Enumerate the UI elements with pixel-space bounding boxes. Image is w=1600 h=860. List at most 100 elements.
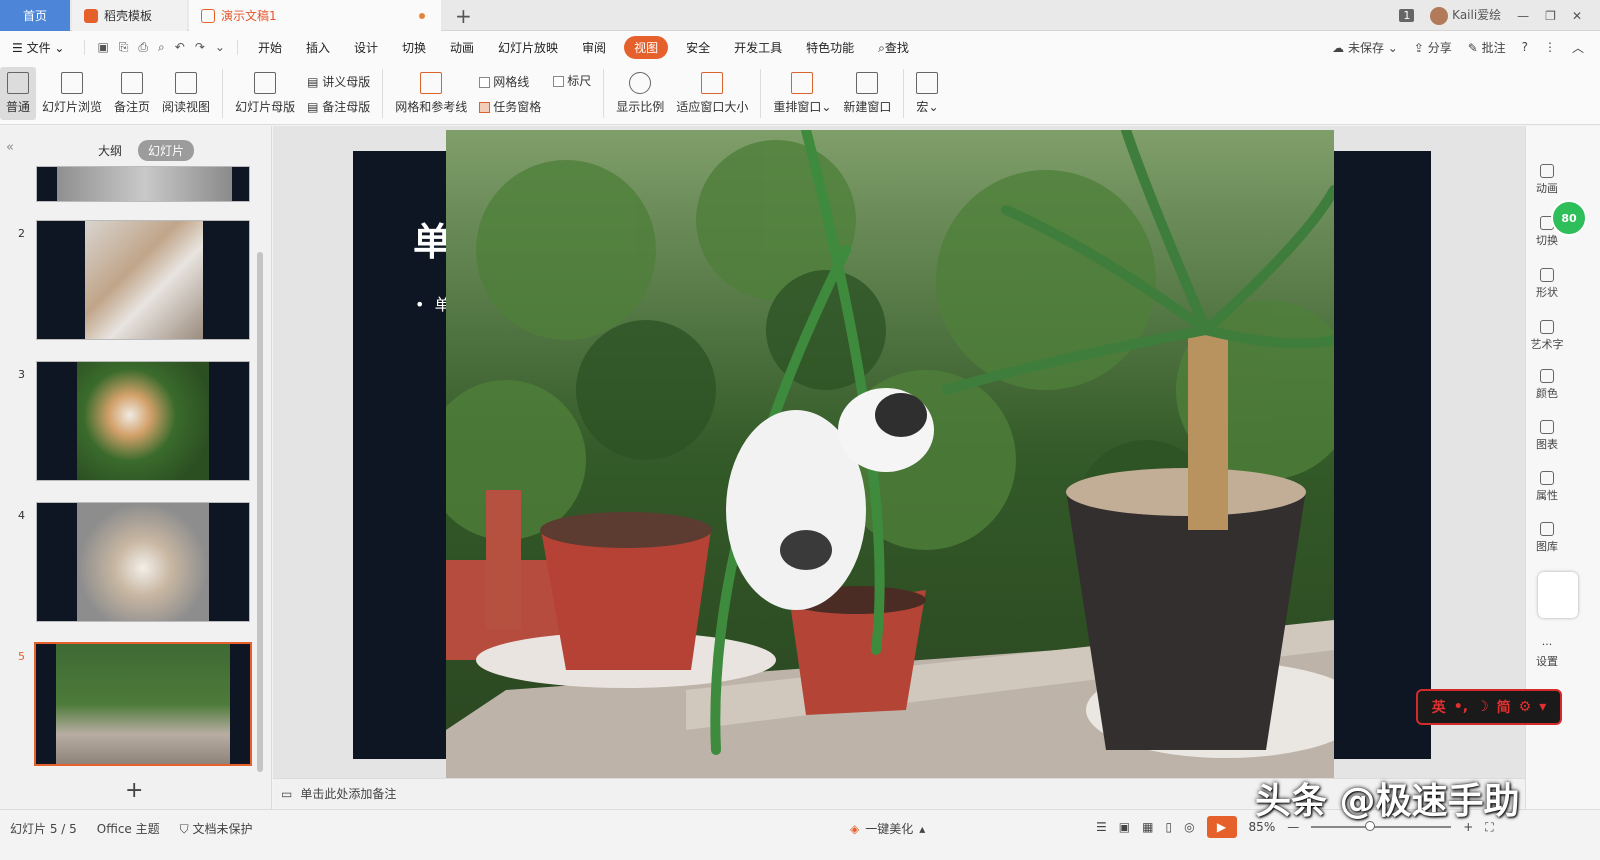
tab-home[interactable]: 首页	[0, 0, 70, 31]
tab-document[interactable]: 演示文稿1	[189, 0, 441, 31]
print-icon[interactable]: ⎙	[138, 40, 148, 55]
zoom-icon	[629, 72, 652, 94]
preview-icon[interactable]: ⌕	[158, 40, 165, 55]
normal-view-button[interactable]: 普通	[0, 67, 37, 120]
arrange-label: 重排窗口⌄	[773, 100, 832, 114]
sorter-view-status-icon[interactable]: ▦	[1142, 820, 1153, 834]
menu-features[interactable]: 特色功能	[794, 39, 866, 56]
collapse-ribbon-icon[interactable]: ︿	[1572, 39, 1584, 56]
wordart-pane-button[interactable]: 艺术字	[1526, 320, 1568, 352]
beautify-button[interactable]: ◈ 一键美化 ▴	[850, 820, 925, 837]
fit-window-button[interactable]: 适应窗口大小	[670, 63, 754, 124]
moon-icon[interactable]: ☽	[1476, 699, 1489, 715]
slide-master-button[interactable]: 幻灯片母版	[229, 63, 301, 124]
panel-scrollbar[interactable]	[257, 252, 263, 772]
color-pane-button[interactable]: 颜色	[1526, 369, 1568, 401]
ime-mode[interactable]: 简	[1497, 697, 1511, 717]
save-icon[interactable]: ▣	[97, 40, 108, 55]
chart-label: 图表	[1536, 438, 1558, 451]
app-shortcut-icon[interactable]	[1538, 572, 1578, 618]
slide-thumbnail-2[interactable]	[36, 220, 250, 340]
help-icon[interactable]: ?	[1522, 40, 1528, 54]
cloud-save-button[interactable]: ☁ 未保存 ⌄	[1332, 39, 1398, 56]
comment-button[interactable]: ✎ 批注	[1468, 39, 1506, 56]
comment-label: 批注	[1481, 40, 1506, 55]
share-button[interactable]: ⇪ 分享	[1414, 39, 1452, 56]
slide-thumbnail-5[interactable]	[34, 642, 252, 766]
animation-pane-button[interactable]: 动画	[1526, 164, 1568, 196]
export-icon[interactable]: ⎘	[119, 40, 129, 55]
menu-insert[interactable]: 插入	[294, 39, 342, 56]
more-icon[interactable]: ⋮	[1544, 40, 1556, 54]
presenter-icon[interactable]: ◎	[1184, 820, 1194, 834]
new-tab-button[interactable]: +	[455, 4, 472, 28]
ruler-checkbox[interactable]: 标尺	[553, 72, 591, 89]
slide-thumbnail-4[interactable]	[36, 502, 250, 622]
reading-view-button[interactable]: 阅读视图	[156, 63, 216, 124]
ribbon-divider	[603, 69, 605, 118]
settings-pane-button[interactable]: ··· 设置	[1526, 638, 1568, 669]
ime-toolbar[interactable]: 英 •, ☽ 简 ⚙ ▾	[1416, 689, 1562, 725]
cat-plant-photo[interactable]	[446, 130, 1334, 778]
chart-pane-button[interactable]: 图表	[1526, 420, 1568, 452]
menu-view[interactable]: 视图	[624, 35, 669, 59]
task-pane-check-icon	[479, 101, 491, 113]
slide-thumbnail-1[interactable]	[36, 166, 250, 202]
status-left: 幻灯片 5 / 5 Office 主题 ⛉ 文档未保护	[10, 820, 252, 837]
performance-badge[interactable]: 80	[1551, 200, 1587, 236]
normal-view-status-icon[interactable]: ▣	[1119, 820, 1130, 834]
gridlines-checkbox[interactable]: 网格线	[479, 73, 541, 90]
play-slideshow-button[interactable]: ▶	[1206, 816, 1237, 838]
theme-name[interactable]: Office 主题	[97, 820, 160, 837]
gear-icon[interactable]: ⚙	[1519, 699, 1532, 715]
undo-icon[interactable]: ↶	[175, 40, 185, 55]
notes-toggle-icon[interactable]: ☰	[1096, 820, 1107, 834]
handout-master-button[interactable]: ▤ 讲义母版	[307, 73, 370, 90]
customize-chevron-icon[interactable]: ⌄	[215, 40, 225, 55]
menu-developer[interactable]: 开发工具	[722, 39, 794, 56]
search-button[interactable]: ⌕查找	[866, 39, 921, 56]
skin-icon[interactable]: ▾	[1539, 699, 1546, 715]
tab-daoke-templates[interactable]: 稻壳模板	[72, 0, 187, 31]
task-pane-checkbox[interactable]: 任务窗格	[479, 98, 541, 115]
color-icon	[1540, 369, 1554, 383]
collapse-panel-icon[interactable]: «	[6, 140, 14, 155]
menu-design[interactable]: 设计	[342, 39, 390, 56]
new-window-button[interactable]: 新建窗口	[837, 63, 897, 124]
user-account[interactable]: Kaili爱绘	[1430, 6, 1501, 25]
protect-status[interactable]: ⛉ 文档未保护	[180, 820, 253, 837]
menu-security[interactable]: 安全	[674, 39, 722, 56]
reading-view-status-icon[interactable]: ▯	[1165, 820, 1172, 834]
window-count-badge[interactable]: 1	[1399, 9, 1415, 22]
menu-transition[interactable]: 切换	[390, 39, 438, 56]
add-slide-button[interactable]: +	[125, 778, 143, 803]
shape-pane-button[interactable]: 形状	[1526, 268, 1568, 300]
ribbon-divider	[222, 69, 224, 118]
ribbon: 普通 幻灯片浏览 备注页 阅读视图 幻灯片母版 ▤ 讲义母版 ▤ 备注母版 网格…	[0, 63, 1600, 125]
macro-button[interactable]: 宏⌄	[910, 63, 944, 124]
slide-thumbnail-3[interactable]	[36, 361, 250, 481]
tab-slides[interactable]: 幻灯片	[138, 140, 195, 161]
slide-sorter-button[interactable]: 幻灯片浏览	[36, 63, 108, 124]
restore-icon[interactable]: ❐	[1545, 9, 1556, 23]
ime-language[interactable]: 英	[1432, 697, 1446, 717]
menu-start[interactable]: 开始	[246, 39, 294, 56]
redo-icon[interactable]: ↷	[195, 40, 205, 55]
grid-guides-button[interactable]: 网格和参考线	[389, 63, 473, 124]
properties-pane-button[interactable]: 属性	[1526, 471, 1568, 503]
file-menu[interactable]: ☰ 文件 ⌄	[0, 39, 76, 56]
zoom-button[interactable]: 显示比例	[610, 63, 670, 124]
menu-animation[interactable]: 动画	[438, 39, 486, 56]
photo-illustration	[446, 130, 1334, 778]
notes-page-button[interactable]: 备注页	[108, 63, 156, 124]
zoom-slider[interactable]	[1311, 821, 1452, 831]
tab-outline[interactable]: 大纲	[88, 140, 132, 161]
minimize-icon[interactable]: —	[1517, 9, 1529, 23]
arrange-windows-button[interactable]: 重排窗口⌄	[767, 63, 837, 124]
punctuation-icon[interactable]: •,	[1454, 699, 1468, 715]
close-icon[interactable]: ✕	[1572, 9, 1582, 23]
menu-slideshow[interactable]: 幻灯片放映	[486, 39, 570, 56]
notes-master-button[interactable]: ▤ 备注母版	[307, 98, 370, 115]
menu-review[interactable]: 审阅	[570, 39, 618, 56]
gallery-pane-button[interactable]: 图库	[1526, 522, 1568, 554]
